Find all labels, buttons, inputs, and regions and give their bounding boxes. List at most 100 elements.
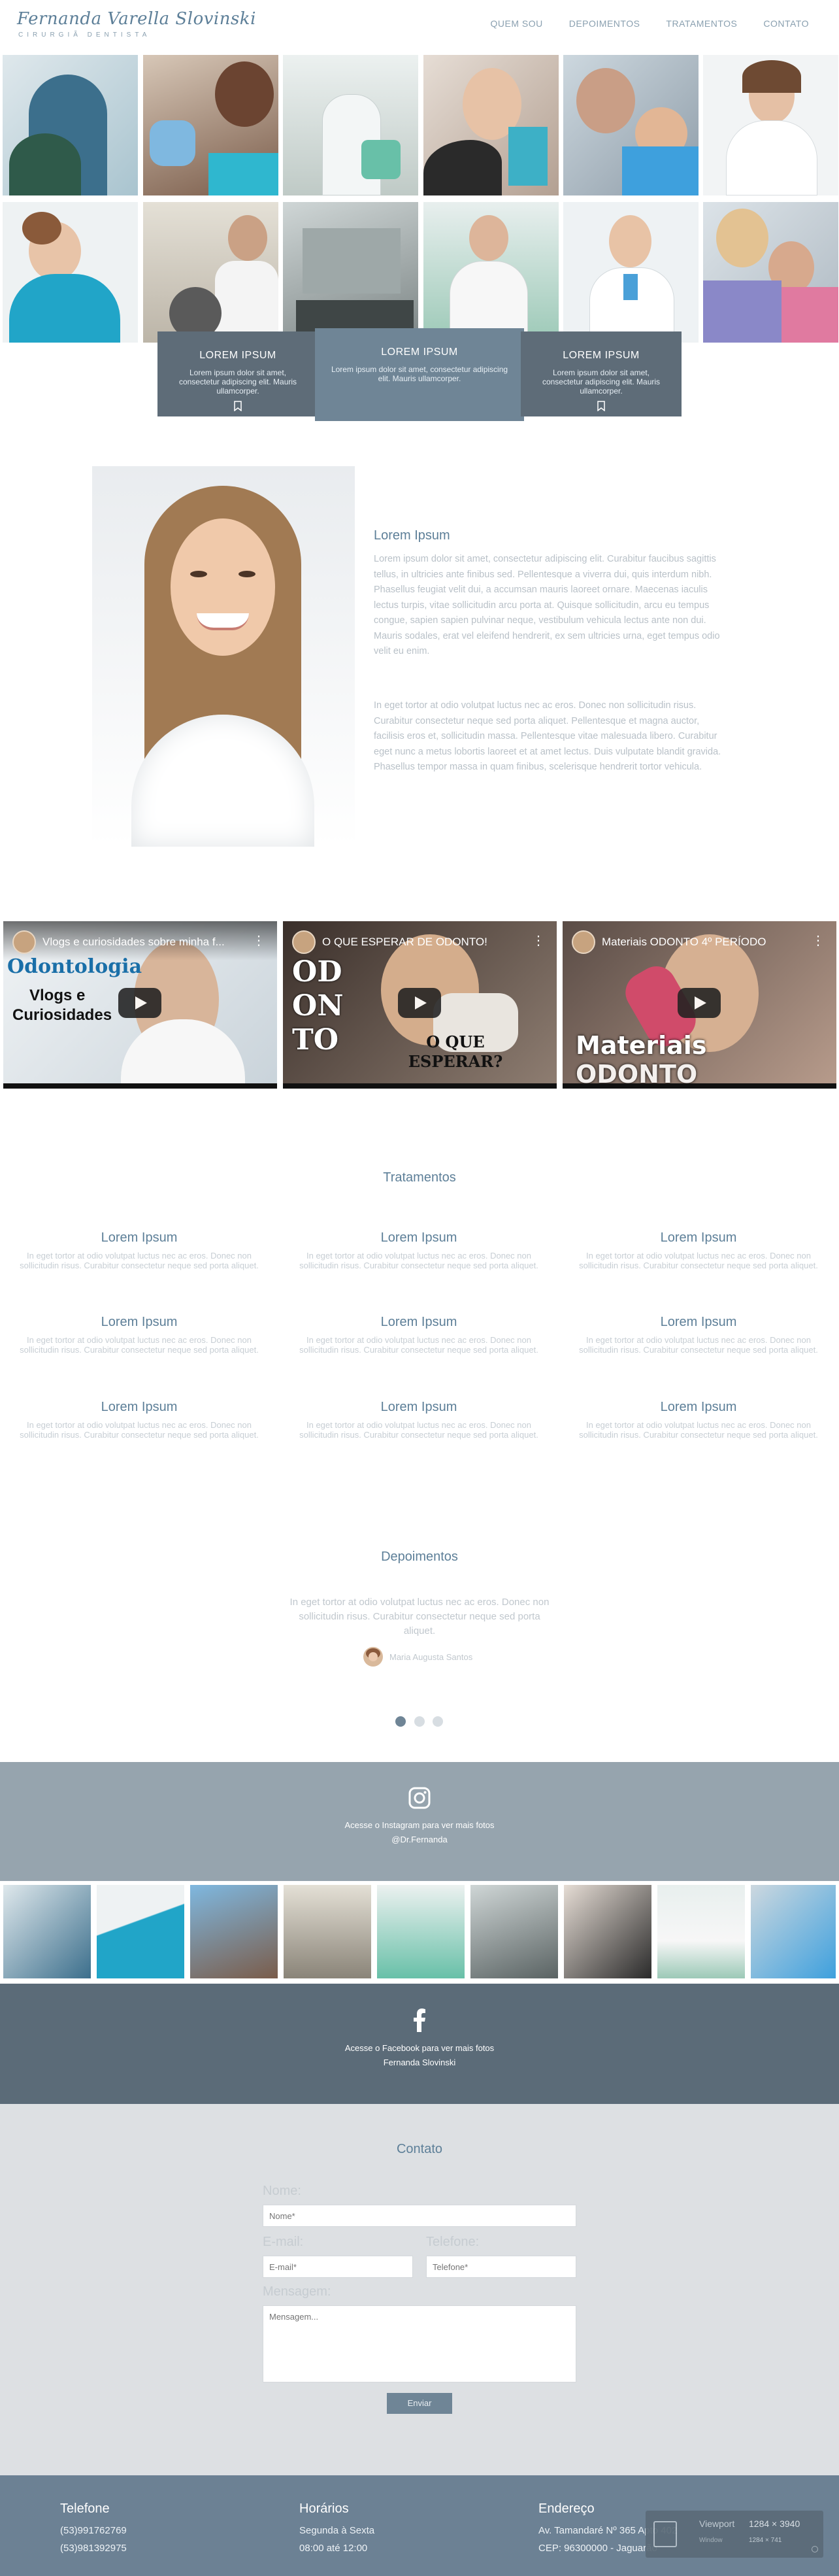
treatment-title: Lorem Ipsum bbox=[101, 1230, 178, 1245]
card-title: LOREM IPSUM bbox=[381, 347, 458, 358]
treatment-item: Lorem Ipsum In eget tortor at odio volutp… bbox=[295, 1230, 543, 1270]
gallery-photo[interactable] bbox=[703, 202, 838, 343]
instagram-photo[interactable] bbox=[377, 1885, 465, 1978]
instagram-photo[interactable] bbox=[190, 1885, 278, 1978]
video-overlay-line: ON bbox=[292, 989, 344, 1023]
play-button-icon[interactable] bbox=[678, 988, 721, 1018]
message-textarea[interactable] bbox=[263, 2305, 576, 2382]
gallery-photo[interactable] bbox=[563, 55, 699, 195]
nav-depoimentos[interactable]: DEPOIMENTOS bbox=[569, 18, 640, 29]
logo-name[interactable]: Fernanda Varella Slovinski bbox=[17, 9, 256, 29]
channel-avatar[interactable] bbox=[572, 930, 595, 954]
about-title: Lorem Ipsum bbox=[374, 528, 450, 543]
card-text: Lorem ipsum dolor sit amet, consectetur … bbox=[178, 368, 297, 396]
testimonial-author: Maria Augusta Santos bbox=[363, 1647, 472, 1667]
nav-contato[interactable]: CONTATO bbox=[763, 18, 809, 29]
instagram-photo[interactable] bbox=[751, 1885, 836, 1978]
feature-card[interactable]: LOREM IPSUM Lorem ipsum dolor sit amet, … bbox=[157, 331, 318, 416]
testimonials-title: Depoimentos bbox=[381, 1550, 458, 1564]
author-name: Maria Augusta Santos bbox=[389, 1652, 473, 1662]
card-text: Lorem ipsum dolor sit amet, consectetur … bbox=[331, 365, 508, 383]
instagram-photo[interactable] bbox=[470, 1885, 558, 1978]
submit-button[interactable]: Enviar bbox=[387, 2393, 452, 2414]
gallery-photo[interactable] bbox=[423, 202, 559, 343]
facebook-icon[interactable] bbox=[413, 2008, 426, 2032]
gallery-photo[interactable] bbox=[3, 202, 138, 343]
name-input[interactable] bbox=[263, 2205, 576, 2227]
instagram-photo[interactable] bbox=[564, 1885, 651, 1978]
settings-icon[interactable] bbox=[812, 2546, 818, 2552]
channel-avatar[interactable] bbox=[292, 930, 316, 954]
video-embed[interactable]: Materiais ODONTO 4º PERÍODO ⋮ Materiais … bbox=[563, 921, 836, 1089]
treatment-title: Lorem Ipsum bbox=[660, 1315, 737, 1329]
play-button-icon[interactable] bbox=[398, 988, 441, 1018]
carousel-dot[interactable] bbox=[414, 1716, 425, 1727]
treatment-title: Lorem Ipsum bbox=[660, 1230, 737, 1245]
window-icon bbox=[653, 2521, 677, 2547]
video-overlay-text: Curiosidades bbox=[12, 1006, 112, 1024]
site-header: Fernanda Varella Slovinski CIRURGIÃ DENT… bbox=[0, 0, 839, 55]
gallery-photo[interactable] bbox=[563, 202, 699, 343]
more-options-icon[interactable]: ⋮ bbox=[812, 934, 825, 947]
viewport-value: 1284 × 3940 bbox=[749, 2518, 800, 2529]
instagram-photo[interactable] bbox=[3, 1885, 91, 1978]
instagram-photo[interactable] bbox=[284, 1885, 371, 1978]
video-overlay-text: Odontologia bbox=[7, 955, 142, 978]
feature-card[interactable]: LOREM IPSUM Lorem ipsum dolor sit amet, … bbox=[315, 328, 524, 421]
contact-section bbox=[0, 2104, 839, 2475]
contact-title: Contato bbox=[396, 2142, 443, 2156]
video-embed[interactable]: OD ON TO O QUE ESPERAR? O QUE ESPERAR DE… bbox=[283, 921, 557, 1089]
instagram-photo[interactable] bbox=[97, 1885, 184, 1978]
nav-tratamentos[interactable]: TRATAMENTOS bbox=[666, 18, 737, 29]
phone-label: Telefone: bbox=[426, 2235, 480, 2249]
treatment-item: Lorem Ipsum In eget tortor at odio volutp… bbox=[574, 1315, 823, 1355]
instagram-icon[interactable] bbox=[408, 1787, 431, 1809]
facebook-name[interactable]: Fernanda Slovinski bbox=[0, 2056, 839, 2070]
treatment-title: Lorem Ipsum bbox=[101, 1315, 178, 1329]
video-embed[interactable]: Odontologia Vlogs e Curiosidades Vlogs e… bbox=[3, 921, 277, 1089]
video-overlay-line: OD bbox=[292, 955, 342, 989]
gallery-photo[interactable] bbox=[143, 55, 278, 195]
card-title: LOREM IPSUM bbox=[563, 350, 640, 361]
treatment-item: Lorem Ipsum In eget tortor at odio volutp… bbox=[295, 1400, 543, 1440]
carousel-dot[interactable] bbox=[395, 1716, 406, 1727]
treatment-item: Lorem Ipsum In eget tortor at odio volutp… bbox=[295, 1315, 543, 1355]
carousel-dot[interactable] bbox=[433, 1716, 443, 1727]
video-overlay-line: ESPERAR? bbox=[408, 1052, 503, 1071]
instagram-handle[interactable]: @Dr.Fernanda bbox=[0, 1833, 839, 1847]
more-options-icon[interactable]: ⋮ bbox=[532, 934, 545, 947]
phone-input[interactable] bbox=[426, 2256, 576, 2278]
more-options-icon[interactable]: ⋮ bbox=[252, 934, 265, 947]
treatment-title: Lorem Ipsum bbox=[380, 1400, 457, 1414]
gallery-photo[interactable] bbox=[423, 55, 559, 195]
treatment-text: In eget tortor at odio volutpat luctus n… bbox=[579, 1251, 818, 1270]
treatment-text: In eget tortor at odio volutpat luctus n… bbox=[20, 1251, 259, 1270]
window-value: 1284 × 741 bbox=[749, 2537, 782, 2544]
card-text: Lorem ipsum dolor sit amet, consectetur … bbox=[542, 368, 661, 396]
gallery-photo[interactable] bbox=[143, 202, 278, 343]
email-input[interactable] bbox=[263, 2256, 413, 2278]
gallery-photo[interactable] bbox=[703, 55, 838, 195]
gallery-photo[interactable] bbox=[283, 55, 418, 195]
video-title[interactable]: Vlogs e curiosidades sobre minha f... bbox=[42, 936, 225, 949]
video-title[interactable]: Materiais ODONTO 4º PERÍODO bbox=[602, 936, 766, 949]
card-title: LOREM IPSUM bbox=[199, 350, 276, 361]
viewport-badge: Viewport 1284 × 3940 Window 1284 × 741 bbox=[646, 2511, 823, 2558]
channel-avatar[interactable] bbox=[12, 930, 36, 954]
video-title[interactable]: O QUE ESPERAR DE ODONTO! bbox=[322, 936, 487, 949]
feature-card[interactable]: LOREM IPSUM Lorem ipsum dolor sit amet, … bbox=[521, 331, 682, 416]
instagram-line1: Acesse o Instagram para ver mais fotos bbox=[344, 1820, 495, 1830]
footer-phone-2[interactable]: (53)981392975 bbox=[60, 2539, 127, 2557]
video-overlay-text: O QUE ESPERAR? bbox=[390, 1032, 521, 1072]
play-button-icon[interactable] bbox=[118, 988, 161, 1018]
footer-phone-1[interactable]: (53)991762769 bbox=[60, 2522, 127, 2539]
video-overlay-line: TO bbox=[292, 1023, 339, 1057]
nav-quem-sou[interactable]: QUEM SOU bbox=[490, 18, 542, 29]
footer-phone-title: Telefone bbox=[60, 2501, 110, 2516]
instagram-photo[interactable] bbox=[657, 1885, 745, 1978]
treatment-title: Lorem Ipsum bbox=[380, 1315, 457, 1329]
gallery-photo[interactable] bbox=[283, 202, 418, 343]
about-paragraph-2: In eget tortor at odio volutpat luctus n… bbox=[374, 700, 721, 772]
gallery-photo[interactable] bbox=[3, 55, 138, 195]
logo-subtitle: CIRURGIÃ DENTISTA bbox=[18, 31, 151, 39]
